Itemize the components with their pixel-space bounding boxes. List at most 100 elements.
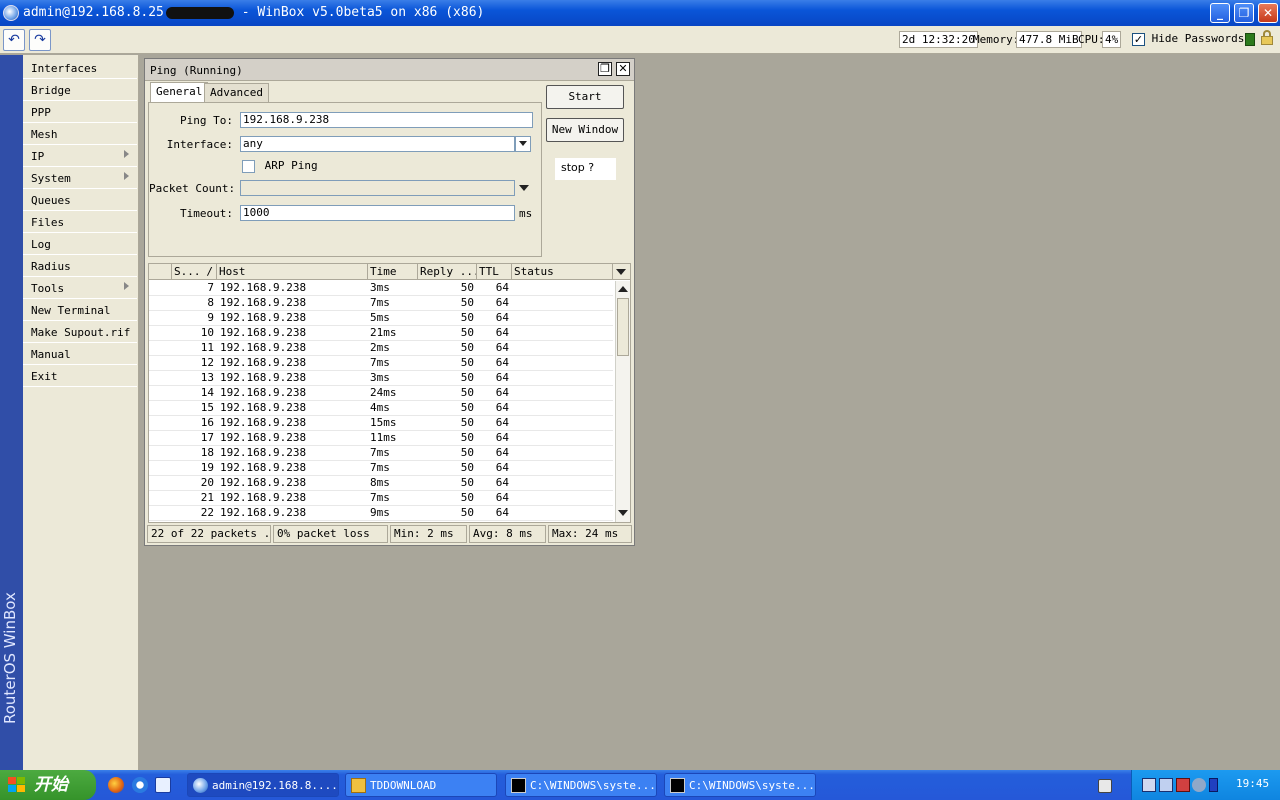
sidebar-item-files[interactable]: Files: [23, 211, 137, 233]
table-row[interactable]: 7 192.168.9.238 3ms 50 64: [149, 281, 613, 296]
cell-time: 7ms: [370, 491, 390, 504]
status-indicator-icon: [1245, 33, 1255, 46]
table-row[interactable]: 12 192.168.9.238 7ms 50 64: [149, 356, 613, 371]
sidebar-item-mesh[interactable]: Mesh: [23, 123, 137, 145]
security-alert-icon[interactable]: [1176, 778, 1190, 792]
cell-host: 192.168.9.238: [220, 431, 307, 444]
column-header-status[interactable]: Status: [512, 264, 613, 280]
packet-count-dropdown-icon[interactable]: [519, 185, 529, 191]
packet-count-input[interactable]: [240, 180, 515, 196]
firefox-icon[interactable]: [108, 777, 124, 793]
sidebar-item-label: Files: [31, 216, 65, 229]
table-row[interactable]: 15 192.168.9.238 4ms 50 64: [149, 401, 613, 416]
network-icon[interactable]: [1142, 778, 1156, 792]
show-desktop-icon[interactable]: [155, 777, 171, 793]
table-row[interactable]: 11 192.168.9.238 2ms 50 64: [149, 341, 613, 356]
lock-icon[interactable]: [1261, 30, 1273, 46]
close-button[interactable]: ✕: [616, 62, 630, 76]
sidebar-item-make-supout-rif[interactable]: Make Supout.rif: [23, 321, 137, 343]
sidebar-item-ppp[interactable]: PPP: [23, 101, 137, 123]
sidebar-item-ip[interactable]: IP: [23, 145, 137, 167]
minimize-button[interactable]: _: [1210, 3, 1230, 23]
battery-icon[interactable]: [1209, 778, 1218, 792]
taskbar-button[interactable]: C:\WINDOWS\syste...: [664, 773, 816, 797]
new-window-button[interactable]: New Window: [546, 118, 624, 142]
sidebar-item-new-terminal[interactable]: New Terminal: [23, 299, 137, 321]
column-header-select[interactable]: [149, 264, 172, 280]
sidebar-item-radius[interactable]: Radius: [23, 255, 137, 277]
scroll-thumb[interactable]: [617, 298, 629, 356]
tab-advanced[interactable]: Advanced: [204, 83, 269, 102]
folder-icon: [351, 778, 366, 793]
table-row[interactable]: 18 192.168.9.238 7ms 50 64: [149, 446, 613, 461]
taskbar-button[interactable]: TDDOWNLOAD: [345, 773, 497, 797]
sidebar-item-interfaces[interactable]: Interfaces: [23, 57, 137, 79]
table-row[interactable]: 10 192.168.9.238 21ms 50 64: [149, 326, 613, 341]
column-header-time[interactable]: Time: [368, 264, 418, 280]
column-header-seq[interactable]: S... /: [172, 264, 217, 280]
status-packet-loss: 0% packet loss: [273, 525, 388, 543]
tab-general[interactable]: General: [150, 82, 209, 103]
scroll-down-icon[interactable]: [618, 510, 628, 516]
vertical-scrollbar[interactable]: [615, 281, 630, 522]
table-row[interactable]: 9 192.168.9.238 5ms 50 64: [149, 311, 613, 326]
keyboard-icon[interactable]: [1098, 779, 1112, 793]
restore-button[interactable]: ❐: [598, 62, 612, 76]
cell-reply: 50: [460, 296, 474, 309]
interface-dropdown-icon[interactable]: [515, 136, 531, 152]
start-label: 开始: [34, 775, 68, 795]
interface-select[interactable]: any: [240, 136, 515, 152]
table-row[interactable]: 22 192.168.9.238 9ms 50 64: [149, 506, 613, 521]
sidebar-item-log[interactable]: Log: [23, 233, 137, 255]
table-row[interactable]: 14 192.168.9.238 24ms 50 64: [149, 386, 613, 401]
status-max: Max: 24 ms: [548, 525, 632, 543]
table-row[interactable]: 16 192.168.9.238 15ms 50 64: [149, 416, 613, 431]
table-row[interactable]: 17 192.168.9.238 11ms 50 64: [149, 431, 613, 446]
hide-passwords-toggle[interactable]: ✓ Hide Passwords: [1132, 32, 1244, 46]
start-button[interactable]: Start: [546, 85, 624, 109]
undo-button[interactable]: ↶: [3, 29, 25, 51]
volume-icon[interactable]: [1192, 778, 1206, 792]
sidebar-item-exit[interactable]: Exit: [23, 365, 137, 387]
clock[interactable]: 19:45: [1236, 777, 1269, 790]
table-row[interactable]: 8 192.168.9.238 7ms 50 64: [149, 296, 613, 311]
sidebar-item-queues[interactable]: Queues: [23, 189, 137, 211]
status-avg: Avg: 8 ms: [469, 525, 546, 543]
table-row[interactable]: 19 192.168.9.238 7ms 50 64: [149, 461, 613, 476]
hide-passwords-checkbox[interactable]: ✓: [1132, 32, 1145, 46]
timeout-input[interactable]: 1000: [240, 205, 515, 221]
taskbar-button-label: C:\WINDOWS\syste...: [530, 779, 656, 792]
cell-host: 192.168.9.238: [220, 326, 307, 339]
cell-time: 3ms: [370, 281, 390, 294]
cell-seq: 10: [200, 326, 214, 339]
internet-explorer-icon[interactable]: [132, 777, 148, 793]
ping-to-input[interactable]: 192.168.9.238: [240, 112, 533, 128]
timeout-label: Timeout:: [180, 207, 233, 220]
ping-window-title: Ping (Running): [150, 64, 243, 77]
taskbar-button[interactable]: admin@192.168.8....: [187, 773, 339, 797]
winbox-app-icon: [3, 5, 19, 21]
taskbar-button[interactable]: C:\WINDOWS\syste...: [505, 773, 657, 797]
start-button[interactable]: 开始: [0, 770, 96, 800]
cell-reply: 50: [460, 416, 474, 429]
table-row[interactable]: 21 192.168.9.238 7ms 50 64: [149, 491, 613, 506]
column-header-host[interactable]: Host: [217, 264, 368, 280]
arp-ping-checkbox[interactable]: [242, 159, 255, 173]
column-header-reply[interactable]: Reply ...: [418, 264, 477, 280]
table-row[interactable]: 13 192.168.9.238 3ms 50 64: [149, 371, 613, 386]
sidebar-item-tools[interactable]: Tools: [23, 277, 137, 299]
arp-ping-option[interactable]: ARP Ping: [242, 159, 318, 173]
table-row[interactable]: 20 192.168.9.238 8ms 50 64: [149, 476, 613, 491]
close-button[interactable]: ✕: [1258, 3, 1278, 23]
ping-window-titlebar[interactable]: Ping (Running) ❐ ✕: [145, 59, 634, 81]
redo-button[interactable]: ↷: [29, 29, 51, 51]
scroll-up-icon[interactable]: [618, 286, 628, 292]
sidebar-item-bridge[interactable]: Bridge: [23, 79, 137, 101]
sidebar-item-manual[interactable]: Manual: [23, 343, 137, 365]
column-header-ttl[interactable]: TTL: [477, 264, 512, 280]
column-chooser-icon[interactable]: [613, 264, 630, 280]
cell-ttl: 64: [495, 431, 509, 444]
maximize-button[interactable]: ❐: [1234, 3, 1254, 23]
network-icon[interactable]: [1159, 778, 1173, 792]
sidebar-item-system[interactable]: System: [23, 167, 137, 189]
